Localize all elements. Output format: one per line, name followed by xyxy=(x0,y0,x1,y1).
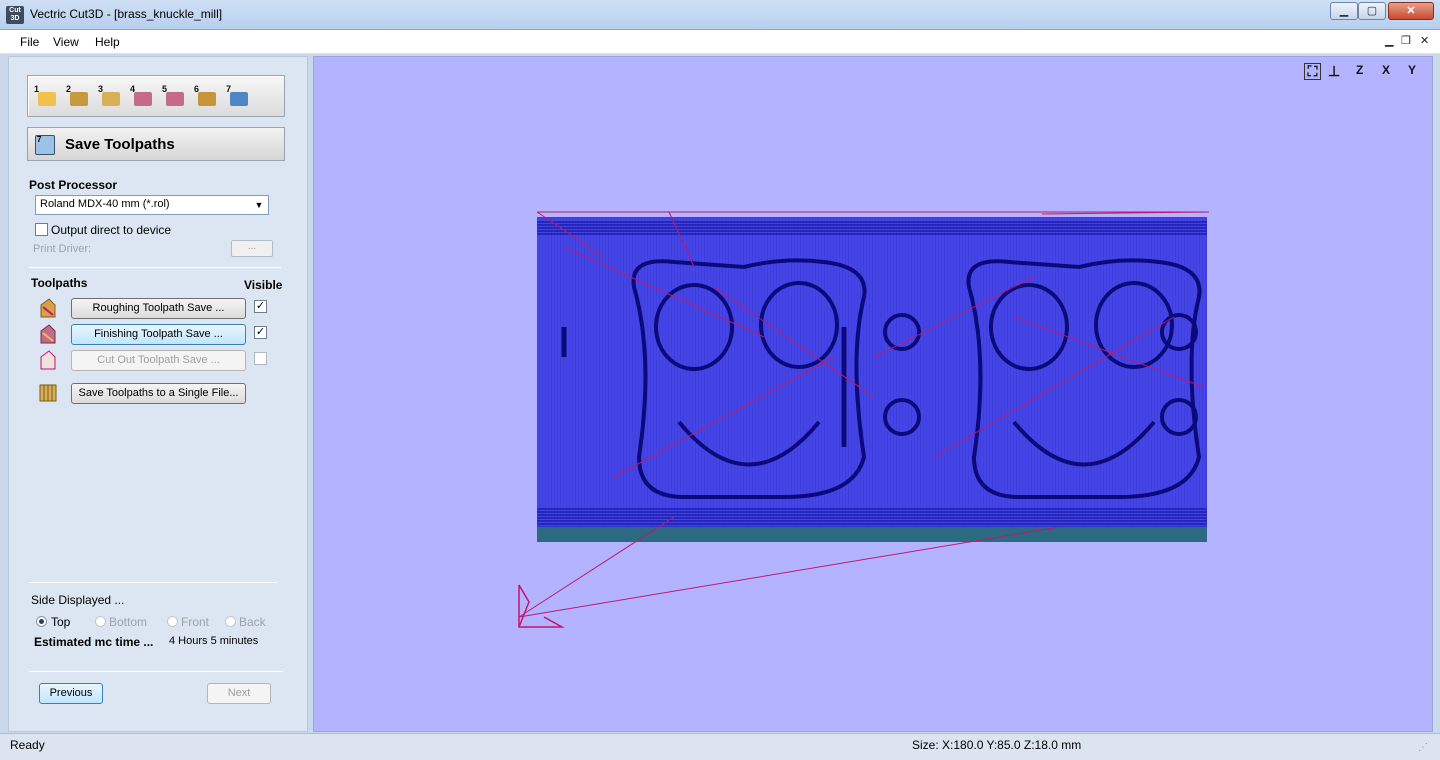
finishing-toolpath-save-button[interactable]: Finishing Toolpath Save ... xyxy=(71,324,246,345)
side-back-label: Back xyxy=(239,615,266,629)
finishing-toolpath-icon xyxy=(40,324,56,344)
open-folder-icon[interactable]: 1 xyxy=(34,84,58,108)
roughing-visible-checkbox[interactable]: ✓ xyxy=(254,300,267,313)
estimated-time-label: Estimated mc time ... xyxy=(34,635,154,649)
save-single-file-button[interactable]: Save Toolpaths to a Single File... xyxy=(71,383,246,404)
save-single-file-icon xyxy=(39,384,57,402)
side-top-radio[interactable] xyxy=(36,616,47,627)
side-bottom-label: Bottom xyxy=(109,615,148,629)
3d-viewport[interactable]: ⛶ ⊥ Z X Y xyxy=(313,56,1433,732)
post-processor-select[interactable]: Roland MDX-40 mm (*.rol) ▼ xyxy=(35,195,269,215)
output-direct-checkbox[interactable] xyxy=(35,223,48,236)
step-shape xyxy=(70,92,88,106)
origin-marker xyxy=(518,584,530,628)
step-shape xyxy=(102,92,120,106)
print-driver-label: Print Driver: xyxy=(33,243,92,255)
window-title: Vectric Cut3D - [brass_knuckle_mill] xyxy=(30,7,223,21)
next-button[interactable]: Next xyxy=(207,683,271,704)
post-processor-label: Post Processor xyxy=(29,178,118,192)
save-toolpaths-icon[interactable]: 7 xyxy=(226,84,250,108)
side-top-label: Top xyxy=(51,615,71,629)
menu-view[interactable]: View xyxy=(53,35,79,49)
roughing-toolpath-icon xyxy=(40,298,56,318)
side-displayed-label: Side Displayed ... xyxy=(31,593,125,607)
side-front-label: Front xyxy=(181,615,210,629)
previous-button[interactable]: Previous xyxy=(39,683,103,704)
side-back-radio[interactable] xyxy=(225,616,236,627)
step-number: 7 xyxy=(37,135,42,144)
menu-help[interactable]: Help xyxy=(95,35,120,49)
divider xyxy=(29,582,277,583)
app-icon[interactable]: Cut 3D xyxy=(6,6,24,24)
mdi-close-button[interactable]: ✕ xyxy=(1420,34,1429,47)
material-base xyxy=(537,526,1207,542)
title-bar: Cut 3D Vectric Cut3D - [brass_knuckle_mi… xyxy=(0,0,1440,30)
resize-grip-icon[interactable]: ⋰ xyxy=(1418,742,1428,753)
side-bottom-radio[interactable] xyxy=(95,616,106,627)
save-toolpaths-icon: 7 xyxy=(35,135,55,155)
finishing-visible-checkbox[interactable]: ✓ xyxy=(254,326,267,339)
step-shape xyxy=(198,92,216,106)
divider xyxy=(29,267,281,268)
cutout-toolpath-icon[interactable]: 6 xyxy=(194,84,218,108)
section-header: 7 Save Toolpaths xyxy=(27,127,285,161)
post-processor-value: Roland MDX-40 mm (*.rol) xyxy=(40,198,170,210)
wizard-panel: 1 2 3 4 5 6 7 7 Save Toolpaths Post Proc… xyxy=(8,56,308,732)
maximize-button[interactable]: ▢ xyxy=(1358,2,1386,20)
orient-model-icon[interactable]: 2 xyxy=(66,84,90,108)
step-shape xyxy=(134,92,152,106)
estimated-time-value: 4 Hours 5 minutes xyxy=(169,635,259,647)
finishing-toolpath-icon[interactable]: 5 xyxy=(162,84,186,108)
roughing-toolpath-icon[interactable]: 4 xyxy=(130,84,154,108)
chevron-down-icon[interactable]: ▼ xyxy=(252,198,266,212)
print-driver-button[interactable]: ... xyxy=(231,240,273,257)
close-button[interactable]: ✕ xyxy=(1388,2,1434,20)
roughing-toolpath-save-button[interactable]: Roughing Toolpath Save ... xyxy=(71,298,246,319)
section-title: Save Toolpaths xyxy=(65,136,175,153)
cutout-toolpath-save-button[interactable]: Cut Out Toolpath Save ... xyxy=(71,350,246,371)
side-front-radio[interactable] xyxy=(167,616,178,627)
divider xyxy=(29,671,283,672)
toolpaths-label: Toolpaths xyxy=(31,276,88,290)
step-shape xyxy=(38,92,56,106)
menu-bar: File View Help ▁ ❐ ✕ xyxy=(0,30,1440,54)
step-shape xyxy=(166,92,184,106)
mdi-restore-button[interactable]: ❐ xyxy=(1401,34,1411,47)
minimize-button[interactable]: ▁ xyxy=(1330,2,1358,20)
status-bar: Ready Size: X:180.0 Y:85.0 Z:18.0 mm ⋰ xyxy=(0,733,1440,760)
status-ready: Ready xyxy=(10,738,45,752)
mdi-minimize-button[interactable]: ▁ xyxy=(1385,34,1393,47)
wizard-step-toolbar: 1 2 3 4 5 6 7 xyxy=(27,75,285,117)
output-direct-label: Output direct to device xyxy=(51,223,172,237)
material-setup-icon[interactable]: 3 xyxy=(98,84,122,108)
cutout-toolpath-icon xyxy=(40,350,56,370)
status-size: Size: X:180.0 Y:85.0 Z:18.0 mm xyxy=(912,738,1082,752)
origin-marker xyxy=(518,585,565,628)
cutout-visible-checkbox[interactable] xyxy=(254,352,267,365)
step-shape xyxy=(230,92,248,106)
toolpath-preview xyxy=(518,211,1210,628)
visible-label: Visible xyxy=(244,278,283,292)
menu-file[interactable]: File xyxy=(20,35,39,49)
